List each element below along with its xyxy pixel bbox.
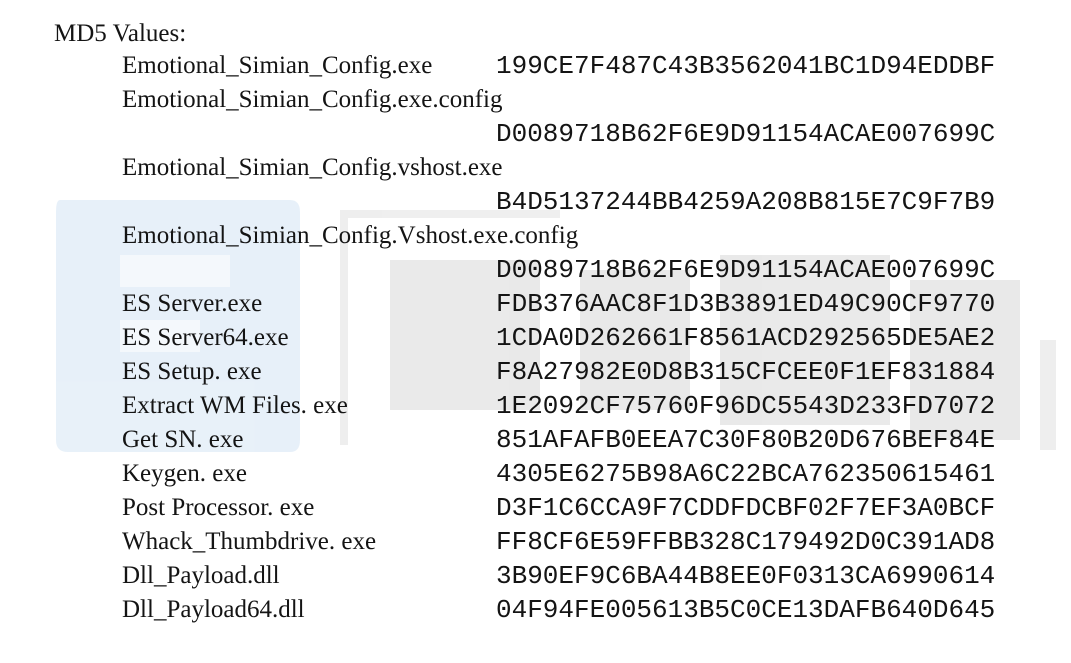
file-name: Get SN. exe [122,426,244,453]
md5-entry: ES Setup. exe F8A27982E0D8B315CFCEE0F1EF8… [0,353,1071,387]
file-name: Dll_Payload64.dll [122,596,305,623]
file-name: ES Setup. exe [122,358,262,385]
md5-hash: D3F1C6CCA9F7CDDFDCBF02F7EF3A0BCF [496,493,996,523]
md5-document: MD5 Values: Emotional_Simian_Config.exe 1… [0,0,1071,663]
md5-hash: B4D5137244BB4259A208B815E7C9F7B9 [496,187,996,217]
md5-entry: Emotional_Simian_Config.vshost.exe [0,149,1071,183]
md5-heading: MD5 Values: [54,20,187,47]
md5-entry: Get SN. exe 851AFAFB0EEA7C30F80B20D676BEF… [0,421,1071,455]
md5-hash: 1CDA0D262661F8561ACD292565DE5AE2 [496,323,996,353]
md5-entry: ES Server.exe FDB376AAC8F1D3B3891ED49C90C… [0,285,1071,319]
md5-entry: Extract WM Files. exe 1E2092CF75760F96DC5… [0,387,1071,421]
file-name: Extract WM Files. exe [122,392,348,419]
md5-hash: F8A27982E0D8B315CFCEE0F1EF831884 [496,357,996,387]
file-name: Dll_Payload.dll [122,562,280,589]
file-name: Emotional_Simian_Config.Vshost.exe.confi… [122,222,579,249]
md5-hash: 3B90EF9C6BA44B8EE0F0313CA6990614 [496,561,996,591]
md5-hash: 851AFAFB0EEA7C30F80B20D676BEF84E [496,425,996,455]
md5-hash: 4305E6275B98A6C22BCA762350615461 [496,459,996,489]
md5-hash: 199CE7F487C43B3562041BC1D94EDDBF [496,51,996,81]
md5-entry: Keygen. exe 4305E6275B98A6C22BCA762350615… [0,455,1071,489]
md5-entry: Emotional_Simian_Config.exe 199CE7F487C43… [0,47,1071,81]
md5-hash: FDB376AAC8F1D3B3891ED49C90CF9770 [496,289,996,319]
md5-hash: 04F94FE005613B5C0CE13DAFB640D645 [496,595,996,625]
file-name: Post Processor. exe [122,494,315,521]
md5-entry: Emotional_Simian_Config.Vshost.exe.confi… [0,217,1071,251]
md5-entry: Whack_Thumbdrive. exe FF8CF6E59FFBB328C17… [0,523,1071,557]
file-name: Emotional_Simian_Config.exe [122,52,433,79]
md5-entry: Post Processor. exe D3F1C6CCA9F7CDDFDCBF0… [0,489,1071,523]
md5-entry: Dll_Payload.dll 3B90EF9C6BA44B8EE0F0313CA… [0,557,1071,591]
md5-hash: D0089718B62F6E9D91154ACAE007699C [496,119,996,149]
md5-entry-list: Emotional_Simian_Config.exe 199CE7F487C43… [0,47,1071,625]
md5-hash: 1E2092CF75760F96DC5543D233FD7072 [496,391,996,421]
file-name: Keygen. exe [122,460,247,487]
md5-entry-hash-line: D0089718B62F6E9D91154ACAE007699C [0,251,1071,285]
md5-entry-hash-line: B4D5137244BB4259A208B815E7C9F7B9 [0,183,1071,217]
md5-hash: FF8CF6E59FFBB328C179492D0C391AD8 [496,527,996,557]
md5-entry-hash-line: D0089718B62F6E9D91154ACAE007699C [0,115,1071,149]
file-name: Emotional_Simian_Config.exe.config [122,86,503,113]
file-name: ES Server64.exe [122,324,289,351]
file-name: ES Server.exe [122,290,263,317]
md5-entry: Dll_Payload64.dll 04F94FE005613B5C0CE13DA… [0,591,1071,625]
file-name: Emotional_Simian_Config.vshost.exe [122,154,503,181]
md5-entry: ES Server64.exe 1CDA0D262661F8561ACD29256… [0,319,1071,353]
md5-entry: Emotional_Simian_Config.exe.config [0,81,1071,115]
md5-hash: D0089718B62F6E9D91154ACAE007699C [496,255,996,285]
file-name: Whack_Thumbdrive. exe [122,528,377,555]
